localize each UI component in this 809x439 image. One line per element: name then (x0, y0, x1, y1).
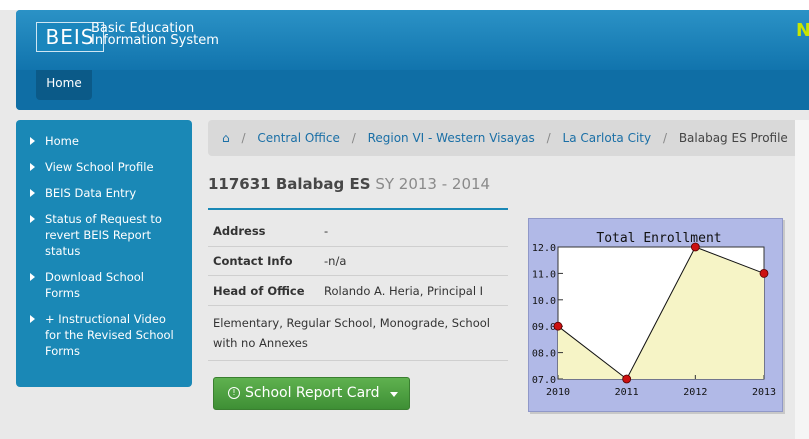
y-tick-label: 08.0 (532, 349, 556, 360)
caret-down-icon (390, 392, 398, 397)
breadcrumb-row: ⌂ / Central Office / Region VI - Western… (222, 131, 788, 145)
chart-title: Total Enrollment (596, 231, 721, 246)
arrow-right-icon (30, 273, 35, 281)
sidebar-item-label: BEIS Data Entry (45, 186, 137, 200)
breadcrumb: ⌂ / Central Office / Region VI - Western… (208, 120, 809, 156)
nav-home-tab[interactable]: Home (36, 70, 92, 100)
address-value: - (324, 224, 329, 238)
site-name-line-2: Information System (91, 33, 219, 48)
sidebar-item-download-forms[interactable]: Download School Forms (30, 269, 180, 301)
sidebar-item-label: View School Profile (45, 160, 154, 174)
site-name: Basic Education Information System (91, 22, 219, 48)
breadcrumb-separator: / (241, 131, 246, 145)
y-tick-label: 09.0 (532, 322, 556, 333)
sidebar-item-status-request[interactable]: Status of Request to revert BEIS Report … (30, 211, 180, 259)
info-circle-icon: ! (228, 387, 240, 399)
header-corner-text: N (796, 20, 809, 41)
right-panel-edge (795, 120, 809, 439)
sidebar-item-view-school-profile[interactable]: View School Profile (30, 159, 180, 175)
y-tick-label: 10.0 (532, 296, 556, 307)
school-year: SY 2013 - 2014 (375, 175, 491, 193)
school-report-card-button[interactable]: ! School Report Card (213, 377, 410, 410)
contact-value: -n/a (324, 254, 347, 268)
address-label: Address (213, 224, 266, 238)
breadcrumb-region[interactable]: Region VI - Western Visayas (368, 131, 535, 145)
arrow-right-icon (30, 137, 35, 145)
sidebar-item-beis-data-entry[interactable]: BEIS Data Entry (30, 185, 180, 201)
y-tick-label: 11.0 (532, 269, 556, 280)
school-type-description: Elementary, Regular School, Monograde, S… (208, 306, 508, 361)
arrow-right-icon (30, 315, 35, 323)
sidebar-item-instructional-video[interactable]: + Instructional Video for the Revised Sc… (30, 311, 180, 359)
info-row-head: Head of Office Rolando A. Heria, Princip… (208, 276, 508, 306)
breadcrumb-separator: / (546, 131, 551, 145)
arrow-right-icon (30, 163, 35, 171)
site-header: BEIS Basic Education Information System … (16, 10, 809, 110)
school-report-card-label: School Report Card (245, 385, 380, 401)
top-strip (0, 0, 809, 10)
sidebar-item-label: Download School Forms (45, 270, 144, 300)
home-icon[interactable]: ⌂ (222, 131, 230, 145)
sidebar-item-home[interactable]: Home (30, 133, 180, 149)
sidebar: Home View School Profile BEIS Data Entry… (16, 120, 192, 387)
head-value: Rolando A. Heria, Principal I (324, 284, 484, 298)
breadcrumb-current: Balabag ES Profile (678, 131, 788, 145)
page-title: 117631 Balabag ES SY 2013 - 2014 (208, 175, 490, 193)
sidebar-item-label: Home (45, 134, 79, 148)
y-tick-label: 12.0 (532, 243, 556, 254)
data-point (622, 374, 632, 384)
breadcrumb-separator: / (662, 131, 667, 145)
data-point (690, 242, 700, 252)
school-info-table: Address - Contact Info -n/a Head of Offi… (208, 216, 508, 361)
arrow-right-icon (30, 189, 35, 197)
enrollment-chart-svg: Total Enrollment 07.0 08.0 09.0 10.0 11.0 12.… (532, 231, 776, 398)
header-nav-band (16, 70, 809, 110)
divider (208, 208, 508, 210)
x-tick-label: 2010 (546, 387, 570, 398)
enrollment-chart: Total Enrollment 07.0 08.0 09.0 10.0 11.0 12.… (528, 218, 783, 412)
x-tick-label: 2013 (752, 387, 776, 398)
data-point (759, 269, 769, 278)
y-tick-label: 07.0 (532, 375, 556, 386)
x-tick-label: 2012 (683, 387, 707, 398)
school-title: 117631 Balabag ES (208, 175, 371, 193)
sidebar-item-label: + Instructional Video for the Revised Sc… (45, 312, 174, 358)
contact-label: Contact Info (213, 254, 293, 268)
arrow-right-icon (30, 215, 35, 223)
data-point (553, 321, 563, 331)
breadcrumb-central-office[interactable]: Central Office (257, 131, 340, 145)
info-row-contact: Contact Info -n/a (208, 247, 508, 276)
sidebar-item-label: Status of Request to revert BEIS Report … (45, 212, 162, 258)
breadcrumb-city[interactable]: La Carlota City (563, 131, 652, 145)
head-label: Head of Office (213, 284, 305, 298)
x-tick-label: 2011 (615, 387, 639, 398)
info-row-address: Address - (208, 216, 508, 247)
breadcrumb-separator: / (351, 131, 356, 145)
